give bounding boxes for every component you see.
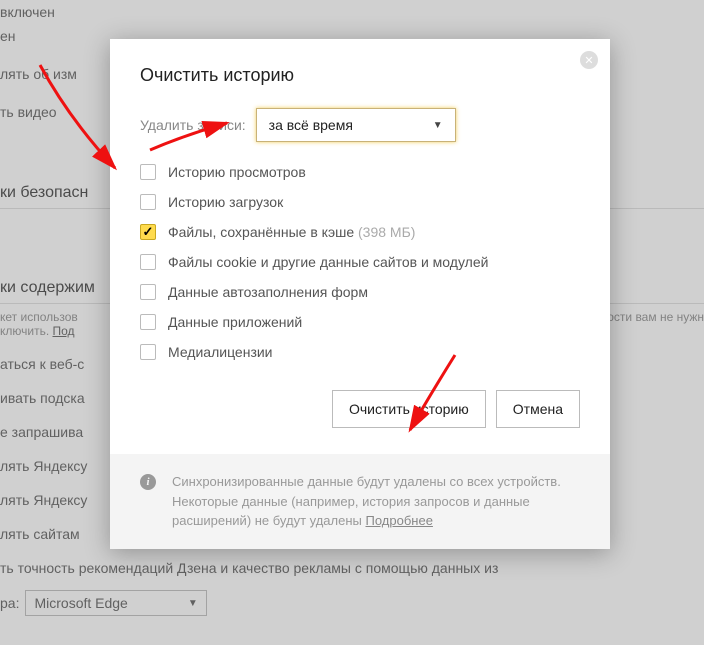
checkbox[interactable] (140, 344, 156, 360)
chevron-down-icon: ▼ (433, 120, 443, 131)
checkbox[interactable] (140, 284, 156, 300)
time-range-label: Удалить записи: (140, 117, 246, 133)
checkbox-label: Историю просмотров (168, 164, 306, 180)
checkbox-row: ✓ Файлы, сохранённые в кэше (398 МБ) (140, 224, 580, 240)
close-icon: ✕ (584, 54, 593, 67)
checkbox[interactable] (140, 314, 156, 330)
time-range-dropdown[interactable]: за всё время ▼ (256, 108, 456, 142)
checkbox-label: Данные автозаполнения форм (168, 284, 368, 300)
checkbox[interactable]: ✓ (140, 224, 156, 240)
clear-history-button[interactable]: Очистить историю (332, 390, 486, 428)
checkbox-label: Данные приложений (168, 314, 302, 330)
checkbox-row: Медиалицензии (140, 344, 580, 360)
checkbox-label: Файлы, сохранённые в кэше (398 МБ) (168, 224, 415, 240)
dropdown-value: за всё время (269, 117, 353, 133)
checkbox[interactable] (140, 254, 156, 270)
checkbox-row: Файлы cookie и другие данные сайтов и мо… (140, 254, 580, 270)
more-info-link[interactable]: Подробнее (366, 513, 433, 528)
close-button[interactable]: ✕ (580, 51, 598, 69)
clear-history-dialog: ✕ Очистить историю Удалить записи: за вс… (110, 39, 610, 549)
checkbox-label: Историю загрузок (168, 194, 283, 210)
size-label: (398 МБ) (354, 224, 415, 240)
dialog-footer: i Синхронизированные данные будут удален… (110, 454, 610, 549)
checkbox-row: Историю просмотров (140, 164, 580, 180)
checkbox-row: Историю загрузок (140, 194, 580, 210)
cancel-button[interactable]: Отмена (496, 390, 580, 428)
checkbox[interactable] (140, 194, 156, 210)
checkbox-row: Данные автозаполнения форм (140, 284, 580, 300)
checkbox-row: Данные приложений (140, 314, 580, 330)
checkbox-label: Файлы cookie и другие данные сайтов и мо… (168, 254, 488, 270)
checkbox[interactable] (140, 164, 156, 180)
dialog-title: Очистить историю (140, 65, 580, 86)
checkbox-label: Медиалицензии (168, 344, 273, 360)
info-icon: i (140, 474, 156, 490)
